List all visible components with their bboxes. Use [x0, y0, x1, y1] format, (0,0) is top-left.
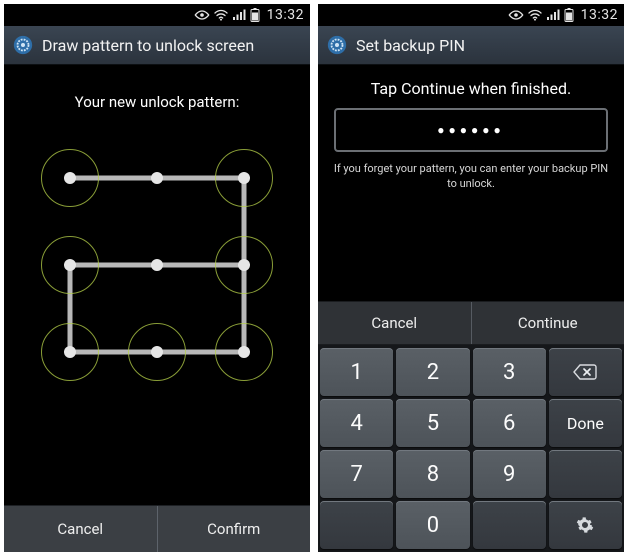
pin-caption: Tap Continue when finished.: [371, 79, 571, 98]
key-2[interactable]: 2: [396, 348, 469, 396]
pattern-dot-7[interactable]: [64, 346, 76, 358]
key-done[interactable]: Done: [549, 399, 622, 447]
status-time: 13:32: [267, 7, 304, 23]
battery-icon: [564, 8, 574, 22]
key-blank-3[interactable]: [473, 501, 546, 549]
mid-bar: Cancel Continue: [318, 301, 624, 345]
key-3[interactable]: 3: [473, 348, 546, 396]
cancel-button[interactable]: Cancel: [318, 302, 471, 344]
key-blank-1[interactable]: [549, 450, 622, 498]
pattern-dot-6[interactable]: [238, 259, 250, 271]
status-bar: 13:32: [4, 4, 310, 26]
pattern-dot-5[interactable]: [151, 259, 163, 271]
pattern-caption: Your new unlock pattern:: [75, 93, 240, 111]
key-1[interactable]: 1: [320, 348, 393, 396]
pin-body: Tap Continue when finished. ●●●●●● If yo…: [318, 65, 624, 301]
settings-gear-icon: [326, 34, 348, 56]
header: Set backup PIN: [318, 26, 624, 65]
pattern-dot-1[interactable]: [64, 172, 76, 184]
key-4[interactable]: 4: [320, 399, 393, 447]
pin-help-text: If you forget your pattern, you can ente…: [328, 162, 614, 192]
pattern-dot-3[interactable]: [238, 172, 250, 184]
phone-pattern-screen: 13:32 Draw pattern to unlock screen Your…: [4, 4, 310, 552]
status-bar: 13:32: [318, 4, 624, 26]
header-title: Draw pattern to unlock screen: [42, 36, 254, 55]
header-title: Set backup PIN: [356, 36, 465, 55]
status-time: 13:32: [581, 7, 618, 23]
signal-icon: [232, 9, 246, 21]
key-9[interactable]: 9: [473, 450, 546, 498]
key-blank-2[interactable]: [320, 501, 393, 549]
pattern-grid[interactable]: [27, 135, 287, 395]
key-0[interactable]: 0: [396, 501, 469, 549]
eye-icon: [508, 9, 524, 21]
dot-grid: [27, 135, 287, 395]
numeric-keypad: 1 2 3 4 5 6 Done 7 8 9 0: [318, 345, 624, 552]
pattern-dot-2[interactable]: [151, 172, 163, 184]
pattern-body: Your new unlock pattern:: [4, 65, 310, 505]
key-5[interactable]: 5: [396, 399, 469, 447]
bottom-bar: Cancel Confirm: [4, 505, 310, 552]
key-settings-icon[interactable]: [549, 501, 622, 549]
key-6[interactable]: 6: [473, 399, 546, 447]
confirm-button[interactable]: Confirm: [157, 506, 311, 552]
pattern-dot-4[interactable]: [64, 259, 76, 271]
signal-icon: [546, 9, 560, 21]
key-7[interactable]: 7: [320, 450, 393, 498]
key-backspace[interactable]: [549, 348, 622, 396]
continue-button[interactable]: Continue: [471, 302, 625, 344]
pattern-dot-8[interactable]: [151, 346, 163, 358]
wifi-icon: [528, 9, 542, 21]
key-8[interactable]: 8: [396, 450, 469, 498]
battery-icon: [250, 8, 260, 22]
header: Draw pattern to unlock screen: [4, 26, 310, 65]
settings-gear-icon: [12, 34, 34, 56]
phone-pin-screen: 13:32 Set backup PIN Tap Continue when f…: [318, 4, 624, 552]
pin-input[interactable]: ●●●●●●: [334, 108, 609, 152]
cancel-button[interactable]: Cancel: [4, 506, 157, 552]
wifi-icon: [214, 9, 228, 21]
pattern-dot-9[interactable]: [238, 346, 250, 358]
eye-icon: [194, 9, 210, 21]
